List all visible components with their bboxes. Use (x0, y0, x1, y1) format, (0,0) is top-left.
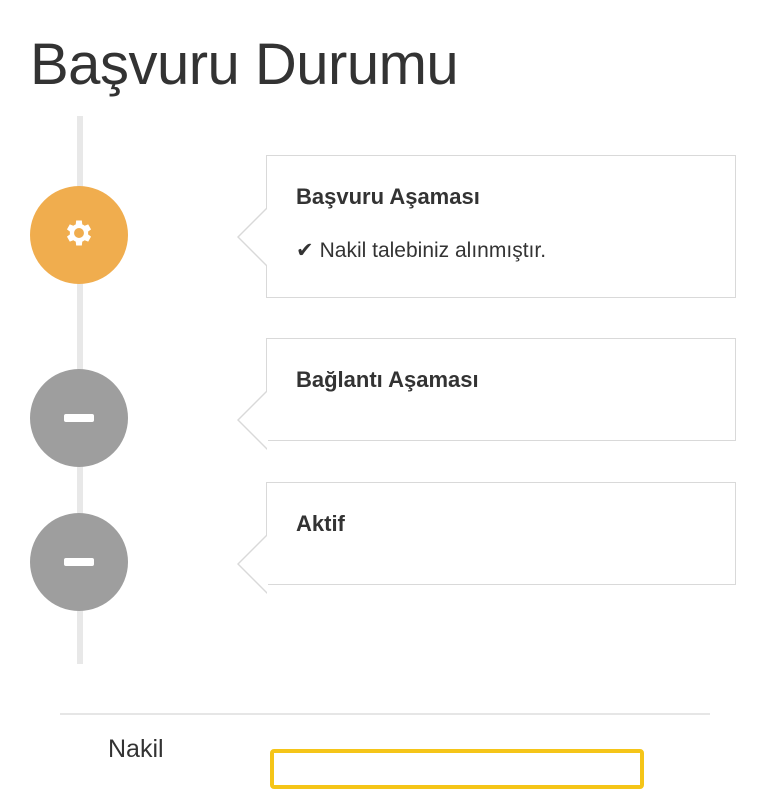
minus-icon (64, 414, 94, 422)
step-1-card: Başvuru Aşaması ✔ Nakil talebiniz alınmı… (237, 155, 736, 298)
step-3-card: Aktif (237, 482, 736, 594)
step-2-status-circle (30, 369, 128, 467)
nakil-field-label: Nakil (108, 735, 164, 763)
section-divider (60, 713, 710, 715)
nakil-input[interactable] (270, 749, 644, 789)
step-1-status-circle (30, 186, 128, 284)
check-icon: ✔ (296, 239, 314, 262)
step-2-title: Bağlantı Aşaması (296, 367, 479, 392)
gear-icon (62, 216, 96, 255)
step-1-title: Başvuru Aşaması (296, 184, 480, 209)
step-2-card: Bağlantı Aşaması (237, 338, 736, 450)
step-3-title: Aktif (296, 511, 345, 536)
page-title: Başvuru Durumu (30, 32, 459, 97)
minus-icon (64, 558, 94, 566)
step-1-status: ✔ Nakil talebiniz alınmıştır. (296, 238, 546, 263)
step-3-status-circle (30, 513, 128, 611)
step-1-status-text: Nakil talebiniz alınmıştır. (319, 238, 547, 262)
